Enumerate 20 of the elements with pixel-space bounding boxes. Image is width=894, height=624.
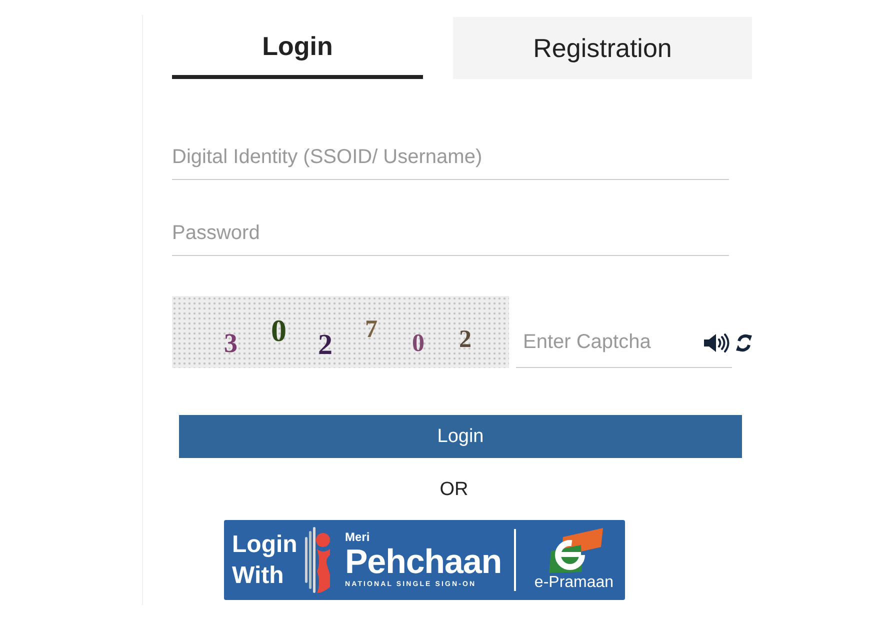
captcha-field[interactable]: Enter Captcha: [516, 318, 732, 368]
separator-text: OR: [440, 479, 468, 500]
partner-name: e-Pramaan: [534, 573, 614, 593]
captcha-digit: 0: [412, 330, 424, 358]
username-field[interactable]: Digital Identity (SSOID/ Username): [172, 141, 729, 180]
captcha-digit: 3: [224, 329, 238, 357]
banner-label: With: [232, 561, 284, 591]
captcha-digit: 7: [365, 316, 378, 344]
captcha-digit: 2: [318, 331, 332, 359]
banner-label: Login: [232, 530, 298, 560]
captcha-digit: 0: [271, 316, 286, 344]
banner-brand-name: Pehchaan: [345, 544, 502, 580]
login-button[interactable]: Login: [179, 415, 742, 458]
refresh-icon[interactable]: [736, 332, 752, 354]
password-field[interactable]: Password: [172, 217, 729, 256]
captcha-digit: 2: [459, 326, 472, 354]
person-silhouette-icon: [305, 527, 331, 593]
banner-overline: Meri: [345, 530, 370, 544]
speaker-icon[interactable]: [703, 333, 730, 353]
tab[interactable]: Registration: [453, 17, 752, 79]
